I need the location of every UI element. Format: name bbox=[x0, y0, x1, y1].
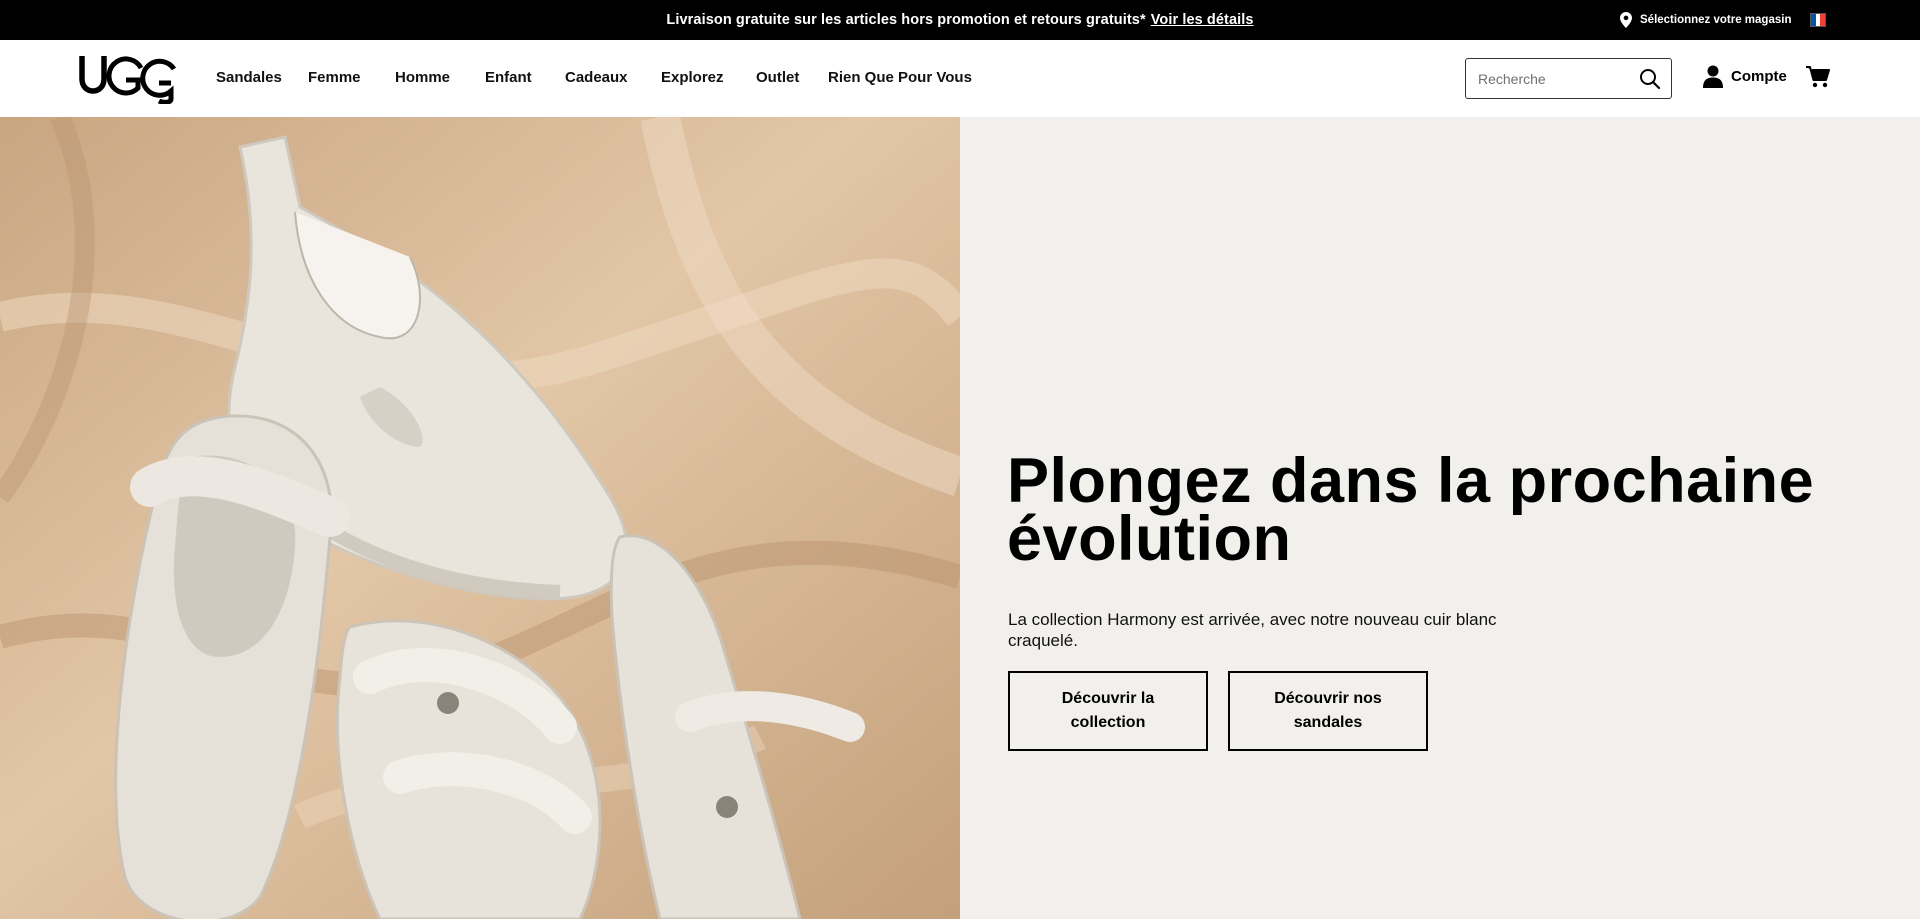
store-selector-label: Sélectionnez votre magasin bbox=[1640, 14, 1792, 26]
promo-bar: Livraison gratuite sur les articles hors… bbox=[0, 0, 1920, 40]
flag-stripe-red bbox=[1820, 14, 1826, 26]
discover-collection-button[interactable]: Découvrir la collection bbox=[1008, 671, 1208, 751]
shoes-photo bbox=[0, 117, 960, 919]
nav-outlet[interactable]: Outlet bbox=[756, 69, 799, 86]
nav-explorez[interactable]: Explorez bbox=[661, 69, 724, 86]
hero-image[interactable] bbox=[0, 117, 960, 919]
promo-details-link[interactable]: Voir les détails bbox=[1151, 12, 1254, 28]
search-box bbox=[1465, 58, 1672, 99]
site-header: Sandales Femme Homme Enfant Cadeaux Expl… bbox=[0, 40, 1920, 117]
account-label: Compte bbox=[1731, 68, 1787, 85]
nav-rien-que-pour-vous[interactable]: Rien Que Pour Vous bbox=[828, 69, 972, 86]
hero-subtext: La collection Harmony est arrivée, avec … bbox=[1008, 610, 1497, 650]
store-selector[interactable]: Sélectionnez votre magasin bbox=[1620, 12, 1791, 28]
account-link[interactable]: Compte bbox=[1703, 65, 1787, 88]
hero-headline: Plongez dans la prochaine évolution bbox=[1007, 446, 1815, 574]
nav-cadeaux[interactable]: Cadeaux bbox=[565, 69, 628, 86]
nav-femme[interactable]: Femme bbox=[308, 69, 361, 86]
user-icon bbox=[1703, 65, 1723, 88]
cart-icon[interactable] bbox=[1806, 64, 1830, 90]
country-flag-icon[interactable] bbox=[1810, 13, 1826, 27]
discover-sandals-button[interactable]: Découvrir nos sandales bbox=[1228, 671, 1428, 751]
promo-text: Livraison gratuite sur les articles hors… bbox=[666, 12, 1146, 28]
search-input[interactable] bbox=[1478, 69, 1628, 89]
nav-sandales[interactable]: Sandales bbox=[216, 69, 282, 86]
location-pin-icon bbox=[1620, 12, 1632, 28]
nav-homme[interactable]: Homme bbox=[395, 69, 450, 86]
brand-logo[interactable] bbox=[78, 54, 186, 104]
nav-enfant[interactable]: Enfant bbox=[485, 69, 532, 86]
search-icon[interactable] bbox=[1639, 68, 1661, 90]
